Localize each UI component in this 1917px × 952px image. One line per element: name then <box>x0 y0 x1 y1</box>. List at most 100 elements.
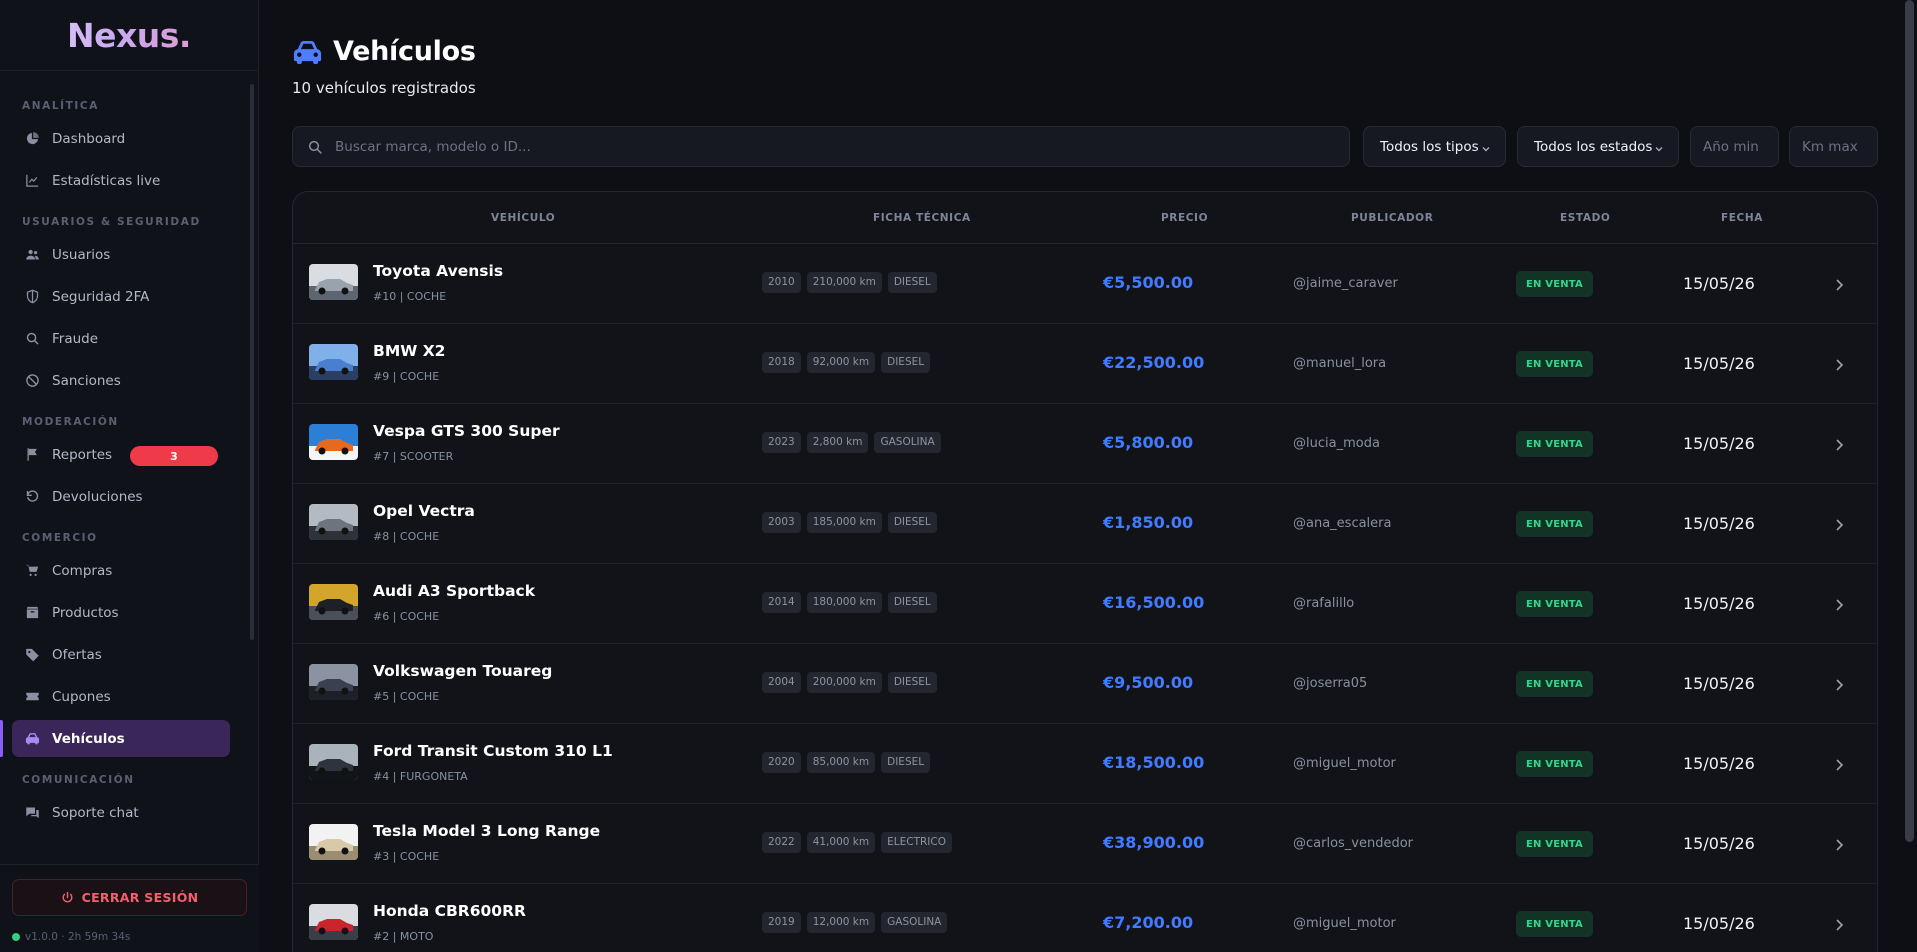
publisher-link[interactable]: @joserra05 <box>1293 676 1367 691</box>
flag-icon <box>24 447 40 463</box>
table-row[interactable]: Tesla Model 3 Long Range #3 | COCHE 2022… <box>293 804 1877 884</box>
table-row[interactable]: Volkswagen Touareg #5 | COCHE 2004 200,0… <box>293 644 1877 724</box>
sidebar-item-compras[interactable]: Compras <box>12 552 230 589</box>
chevron-right-icon[interactable] <box>1834 757 1844 771</box>
column-header-price[interactable]: PRECIO <box>1161 192 1208 244</box>
date: 15/05/26 <box>1683 914 1755 933</box>
km-max-field[interactable] <box>1789 126 1878 167</box>
chevron-right-icon[interactable] <box>1834 837 1844 851</box>
sidebar-item-label: Dashboard <box>52 130 126 147</box>
sidebar-item-sanciones[interactable]: Sanciones <box>12 362 230 399</box>
price: €5,500.00 <box>1103 273 1194 292</box>
year-chip: 2023 <box>762 432 801 453</box>
sidebar-item-label: Ofertas <box>52 646 102 663</box>
sidebar-item-fraude[interactable]: Fraude <box>12 320 230 357</box>
vehicle-meta: #10 | COCHE <box>373 290 447 303</box>
box-icon <box>24 605 40 621</box>
table-row[interactable]: Vespa GTS 300 Super #7 | SCOOTER 2023 2,… <box>293 404 1877 484</box>
chevron-down-icon <box>1481 142 1491 152</box>
publisher-link[interactable]: @ana_escalera <box>1293 516 1391 531</box>
sidebar-item-label: Vehículos <box>52 730 125 747</box>
chevron-right-icon[interactable] <box>1834 677 1844 691</box>
date: 15/05/26 <box>1683 674 1755 693</box>
table-row[interactable]: Honda CBR600RR #2 | MOTO 2019 12,000 km … <box>293 884 1877 952</box>
year-min-input[interactable] <box>1691 127 1778 166</box>
search-box[interactable] <box>292 126 1350 167</box>
vehicle-thumbnail <box>309 424 358 460</box>
search-icon <box>24 331 40 347</box>
sidebar-item-label: Compras <box>52 562 113 579</box>
fuel-chip: DIESEL <box>887 512 937 533</box>
vehicle-name: Toyota Avensis <box>373 262 504 280</box>
table-row[interactable]: Audi A3 Sportback #6 | COCHE 2014 180,00… <box>293 564 1877 644</box>
publisher-link[interactable]: @miguel_motor <box>1293 756 1396 771</box>
online-status-dot <box>12 933 20 941</box>
sidebar-item-soporte-chat[interactable]: Soporte chat <box>12 794 230 831</box>
table-row[interactable]: BMW X2 #9 | COCHE 2018 92,000 km DIESEL … <box>293 324 1877 404</box>
status-badge: EN VENTA <box>1516 511 1593 537</box>
sidebar-item-reportes[interactable]: Reportes 3 <box>12 436 230 473</box>
search-input[interactable] <box>335 138 1315 155</box>
chevron-right-icon[interactable] <box>1834 597 1844 611</box>
vehicle-name: Tesla Model 3 Long Range <box>373 822 601 840</box>
km-max-input[interactable] <box>1790 127 1877 166</box>
sidebar-item-estadisticas-live[interactable]: Estadísticas live <box>12 162 230 199</box>
table-row[interactable]: Ford Transit Custom 310 L1 #4 | FURGONET… <box>293 724 1877 804</box>
km-chip: 2,800 km <box>806 432 869 453</box>
vehicle-meta: #8 | COCHE <box>373 530 440 543</box>
vehicle-name: Volkswagen Touareg <box>373 662 553 680</box>
column-header-specs[interactable]: FICHA TÉCNICA <box>873 192 971 244</box>
sidebar-item-seguridad-2fa[interactable]: Seguridad 2FA <box>12 278 230 315</box>
year-min-field[interactable] <box>1690 126 1779 167</box>
version-label: v1.0.0 · 2h 59m 34s <box>25 931 131 943</box>
price: €9,500.00 <box>1103 673 1194 692</box>
price: €5,800.00 <box>1103 433 1194 452</box>
sidebar-item-label: Reportes <box>52 446 113 463</box>
status-select[interactable]: Todos los estados <box>1517 126 1679 167</box>
date: 15/05/26 <box>1683 434 1755 453</box>
column-header-status[interactable]: ESTADO <box>1560 192 1610 244</box>
sidebar-item-devoluciones[interactable]: Devoluciones <box>12 478 230 515</box>
version-info: v1.0.0 · 2h 59m 34s <box>12 931 130 943</box>
chat-icon <box>24 805 40 821</box>
chevron-right-icon[interactable] <box>1834 917 1844 931</box>
vehicle-thumbnail <box>309 824 358 860</box>
car-icon <box>24 731 40 747</box>
publisher-link[interactable]: @rafalillo <box>1293 596 1354 611</box>
page-scrollbar[interactable] <box>1905 0 1914 842</box>
publisher-link[interactable]: @carlos_vendedor <box>1293 836 1413 851</box>
column-header-vehicle[interactable]: VEHÍCULO <box>491 192 555 244</box>
publisher-link[interactable]: @jaime_caraver <box>1293 276 1398 291</box>
type-select[interactable]: Todos los tipos <box>1363 126 1506 167</box>
sidebar-item-usuarios[interactable]: Usuarios <box>12 236 230 273</box>
chevron-right-icon[interactable] <box>1834 437 1844 451</box>
fuel-chip: DIESEL <box>881 352 931 373</box>
chevron-right-icon[interactable] <box>1834 357 1844 371</box>
column-header-date[interactable]: FECHA <box>1721 192 1763 244</box>
sidebar-item-ofertas[interactable]: Ofertas <box>12 636 230 673</box>
sidebar-item-cupones[interactable]: Cupones <box>12 678 230 715</box>
km-chip: 180,000 km <box>806 592 882 613</box>
publisher-link[interactable]: @manuel_lora <box>1293 356 1386 371</box>
table-row[interactable]: Opel Vectra #8 | COCHE 2003 185,000 km D… <box>293 484 1877 564</box>
sidebar-item-dashboard[interactable]: Dashboard <box>12 120 230 157</box>
logout-label: CERRAR SESIÓN <box>81 890 199 905</box>
sidebar-section-title: COMERCIO <box>22 532 98 544</box>
publisher-link[interactable]: @lucia_moda <box>1293 436 1380 451</box>
page-subtitle: 10 vehículos registrados <box>292 79 476 97</box>
km-chip: 12,000 km <box>806 912 876 933</box>
app-logo[interactable]: Nexus. <box>0 0 258 71</box>
chevron-right-icon[interactable] <box>1834 277 1844 291</box>
logout-button[interactable]: CERRAR SESIÓN <box>12 879 247 916</box>
sidebar-item-label: Devoluciones <box>52 488 143 505</box>
publisher-link[interactable]: @miguel_motor <box>1293 916 1396 931</box>
column-header-publisher[interactable]: PUBLICADOR <box>1351 192 1433 244</box>
sidebar-item-productos[interactable]: Productos <box>12 594 230 631</box>
chevron-right-icon[interactable] <box>1834 517 1844 531</box>
vehicle-meta: #4 | FURGONETA <box>373 770 468 783</box>
sidebar-item-vehiculos[interactable]: Vehículos <box>0 720 230 757</box>
sidebar-scrollbar[interactable] <box>250 84 254 640</box>
page-title: Vehículos <box>333 36 476 67</box>
table-row[interactable]: Toyota Avensis #10 | COCHE 2010 210,000 … <box>293 244 1877 324</box>
km-chip: 85,000 km <box>806 752 876 773</box>
